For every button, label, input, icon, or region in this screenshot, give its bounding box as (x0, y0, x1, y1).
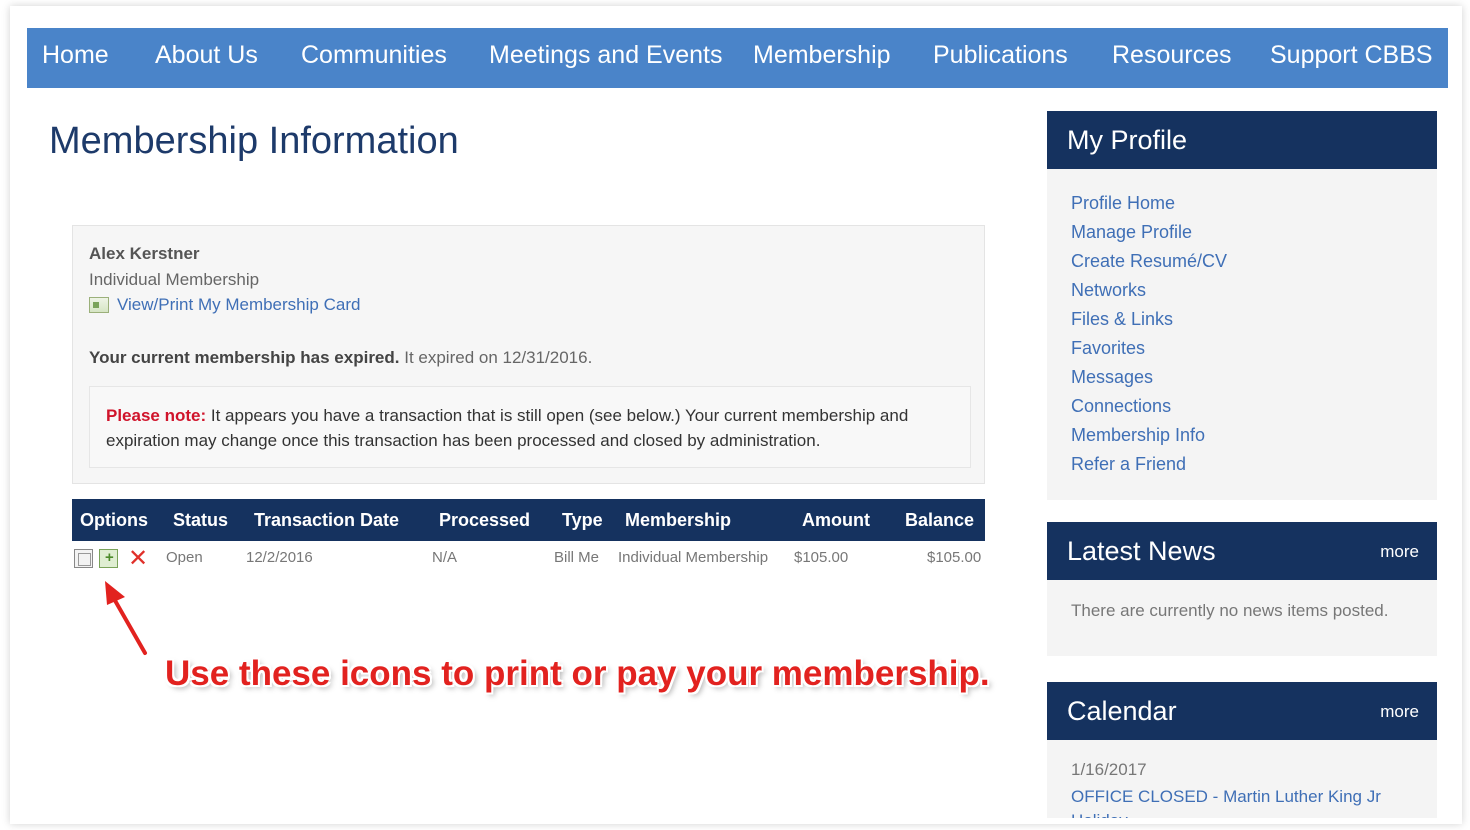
my-profile-title: My Profile (1067, 125, 1188, 155)
header-options: Options (80, 510, 148, 530)
link-manage-profile[interactable]: Manage Profile (1071, 218, 1437, 247)
calendar-event-date: 1/16/2017 (1071, 760, 1147, 779)
my-profile-header: My Profile (1047, 111, 1437, 169)
header-amount: Amount (802, 510, 870, 530)
link-connections[interactable]: Connections (1071, 392, 1437, 421)
news-more-link[interactable]: more (1380, 542, 1419, 562)
header-transaction-date: Transaction Date (254, 510, 400, 530)
calendar-box: Calendar more 1/16/2017 OFFICE CLOSED - … (1047, 682, 1437, 818)
expired-date-text: It expired on 12/31/2016. (399, 348, 593, 367)
expired-bold-text: Your current membership has expired. (89, 348, 400, 367)
header-type: Type (562, 510, 603, 530)
calendar-event-link[interactable]: OFFICE CLOSED - Martin Luther King Jr Ho… (1071, 785, 1421, 818)
member-name: Alex Kerstner (89, 244, 200, 263)
nav-home[interactable]: Home (42, 41, 109, 70)
news-empty-text: There are currently no news items posted… (1071, 601, 1389, 620)
header-balance: Balance (905, 510, 975, 530)
membership-type: Individual Membership (89, 270, 260, 289)
nav-communities[interactable]: Communities (301, 41, 447, 70)
link-networks[interactable]: Networks (1071, 276, 1437, 305)
nav-meetings-and-events[interactable]: Meetings and Events (489, 41, 722, 70)
cell-type: Bill Me (554, 549, 600, 566)
link-membership-info[interactable]: Membership Info (1071, 421, 1437, 450)
annotation-text: Use these icons to print or pay your mem… (165, 654, 990, 693)
note-body: It appears you have a transaction that i… (106, 406, 909, 450)
nav-support-cbbs[interactable]: Support CBBS (1270, 41, 1433, 70)
link-create-resume[interactable]: Create Resumé/CV (1071, 247, 1437, 276)
link-messages[interactable]: Messages (1071, 363, 1437, 392)
delete-icon[interactable]: ✕ (128, 547, 148, 571)
cell-amount: $105.00 (794, 549, 849, 566)
annotation-arrow-icon (105, 581, 147, 655)
card-icon (89, 297, 109, 313)
table-row: ✕ Open 12/2/2016 N/A Bill Me Individual … (72, 541, 985, 571)
nav-membership[interactable]: Membership (753, 41, 891, 70)
latest-news-title: Latest News (1067, 536, 1216, 566)
cell-date: 12/2/2016 (246, 549, 313, 566)
calendar-title: Calendar (1067, 696, 1177, 726)
pay-icon[interactable] (99, 549, 118, 568)
nav-resources[interactable]: Resources (1112, 41, 1232, 70)
header-membership: Membership (625, 510, 732, 530)
latest-news-header: Latest News more (1047, 522, 1437, 580)
calendar-body: 1/16/2017 OFFICE CLOSED - Martin Luther … (1047, 740, 1437, 818)
expiration-status: Your current membership has expired. It … (89, 348, 592, 368)
note-text: Please note: It appears you have a trans… (106, 403, 966, 453)
calendar-header: Calendar more (1047, 682, 1437, 740)
note-box: Please note: It appears you have a trans… (89, 386, 971, 468)
nav-publications[interactable]: Publications (933, 41, 1068, 70)
cell-status: Open (166, 549, 203, 566)
header-status: Status (173, 510, 229, 530)
cell-processed: N/A (432, 549, 458, 566)
nav-about-us[interactable]: About Us (155, 41, 258, 70)
cell-balance: $105.00 (927, 549, 982, 566)
transactions-table: Options Status Transaction Date Processe… (72, 499, 985, 571)
link-refer-a-friend[interactable]: Refer a Friend (1071, 450, 1437, 479)
membership-card-link[interactable]: View/Print My Membership Card (89, 295, 360, 315)
print-icon[interactable] (74, 549, 93, 568)
latest-news-box: Latest News more There are currently no … (1047, 522, 1437, 656)
note-label: Please note: (106, 406, 207, 425)
profile-links: Profile Home Manage Profile Create Resum… (1047, 169, 1437, 500)
table-header: Options Status Transaction Date Processe… (72, 499, 985, 541)
my-profile-box: My Profile Profile Home Manage Profile C… (1047, 111, 1437, 500)
calendar-more-link[interactable]: more (1380, 702, 1419, 722)
page-title: Membership Information (49, 120, 459, 162)
news-body: There are currently no news items posted… (1047, 580, 1437, 656)
header-processed: Processed (439, 510, 531, 530)
top-navigation: Home About Us Communities Meetings and E… (27, 28, 1448, 88)
link-profile-home[interactable]: Profile Home (1071, 189, 1437, 218)
link-files-links[interactable]: Files & Links (1071, 305, 1437, 334)
membership-panel: Alex Kerstner Individual Membership View… (72, 225, 985, 484)
link-favorites[interactable]: Favorites (1071, 334, 1437, 363)
membership-card-link-label: View/Print My Membership Card (117, 295, 361, 314)
cell-membership: Individual Membership (618, 549, 769, 566)
